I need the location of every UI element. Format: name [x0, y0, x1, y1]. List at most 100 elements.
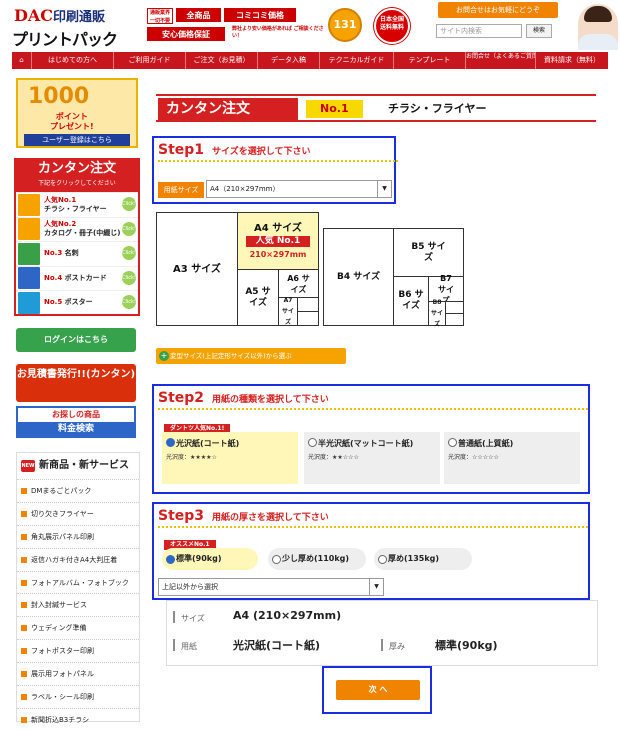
nav-item-guide[interactable]: ご利用ガイド: [114, 52, 186, 69]
points-text: ポイント プレゼント!: [50, 112, 94, 131]
logo-brand[interactable]: プリントパック: [12, 26, 118, 50]
kantan-title: カンタン注文: [37, 161, 116, 176]
next-button-frame: 次 へ: [322, 666, 432, 714]
kantan-item-poster[interactable]: No.5 ポスター Click!: [16, 290, 138, 315]
paper-option-matte[interactable]: 半光沢紙(マットコート紙) 光沢度：★★☆☆☆: [304, 432, 440, 484]
points-banner[interactable]: 1000 ポイント プレゼント! ユーザー登録はこちら: [16, 78, 138, 148]
business-card-icon: [18, 242, 40, 265]
home-icon[interactable]: ⌂: [12, 52, 32, 69]
nav-item-materials[interactable]: 資料請求（無料）: [536, 52, 608, 69]
size-b10[interactable]: [445, 313, 464, 326]
list-item[interactable]: ラベル・シール印刷: [17, 685, 139, 708]
kantan-item-postcard[interactable]: No.4 ポストカード Click!: [16, 265, 138, 291]
thickness-option-110kg[interactable]: 少し厚め(110kg): [268, 548, 366, 570]
list-item[interactable]: 封入封緘サービス: [17, 593, 139, 616]
size-a7[interactable]: A7 サイズ: [278, 297, 298, 326]
list-item[interactable]: ウェディング準備: [17, 616, 139, 639]
badge-small: 通販業界一切不要: [147, 8, 173, 24]
nav-item-order[interactable]: ご注文（お見積）: [186, 52, 258, 69]
list-item[interactable]: フォトポスター印刷: [17, 639, 139, 662]
guarantee-note: 弊社より安い価格があれば ご相談ください！: [232, 26, 324, 39]
kantan-order-box: カンタン注文 下記をクリックしてください 人気No.1 チラシ・フライヤー Clic…: [14, 158, 140, 316]
size-b5[interactable]: B5 サイズ: [393, 228, 464, 277]
kantan-item-flyer[interactable]: 人気No.1 チラシ・フライヤー Click!: [16, 192, 138, 217]
size-a6[interactable]: A6 サイズ: [278, 269, 319, 298]
page-title: カンタン注文: [158, 98, 298, 120]
new-badge: NEW: [21, 460, 35, 472]
step1-desc: サイズを選択して下さい: [212, 147, 311, 157]
size-a8[interactable]: [297, 297, 319, 312]
poster-icon: [18, 291, 40, 314]
points-number: 1000: [28, 84, 90, 109]
step3-number: Step3: [158, 508, 205, 524]
click-icon: Click!: [122, 295, 136, 309]
support-staff-photo: [578, 4, 618, 50]
title-no1-badge: No.1: [306, 100, 363, 118]
nav-item-technical[interactable]: テクニカルガイド: [320, 52, 394, 69]
list-item[interactable]: フォトアルバム・フォトブック: [17, 570, 139, 594]
thickness-option-135kg[interactable]: 厚め(135kg): [374, 548, 472, 570]
kantan-subtitle: 下記をクリックしてください: [38, 180, 116, 187]
summary-paper-label: 用紙: [173, 639, 197, 652]
step1-panel: Step1 サイズを選択して下さい 用紙サイズ A4（210×297mm） ▼: [152, 136, 398, 204]
size-b8[interactable]: B8 サイズ: [428, 299, 446, 328]
list-item[interactable]: DMまるごとパック: [17, 479, 139, 502]
main-nav: ⌂ はじめての方へ ご利用ガイド ご注文（お見積） データ入稿 テクニカルガイド…: [12, 52, 608, 69]
size-a9[interactable]: [297, 311, 319, 326]
variant-size-button[interactable]: 変型サイズ(上記定形サイズ以外)から選ぶ: [156, 348, 346, 364]
new-services-box: NEW 新商品・新サービス DMまるごとパック 切り欠きフライヤー 角丸展示パネル…: [16, 452, 140, 724]
list-item[interactable]: 返信ハガキ付きA4大判圧着: [17, 547, 139, 571]
size-b4[interactable]: B4 サイズ: [323, 228, 394, 326]
medal-badge: 131: [328, 8, 362, 42]
nav-item-beginners[interactable]: はじめての方へ: [32, 52, 114, 69]
free-shipping-badge: 日本全国 送料無料: [374, 8, 410, 44]
nav-item-data[interactable]: データ入稿: [258, 52, 320, 69]
size-select[interactable]: A4（210×297mm） ▼: [206, 180, 392, 198]
size-a5[interactable]: A5 サイズ: [237, 269, 279, 326]
logo-top[interactable]: DAC印刷通販: [14, 6, 105, 25]
kantan-item-card[interactable]: No.3 名刺 Click!: [16, 241, 138, 266]
flyer-icon: [18, 193, 40, 216]
summary-size-value: A4 (210×297mm): [233, 609, 342, 622]
badge-comikomi: コミコミ価格: [224, 8, 296, 22]
step2-number: Step2: [158, 390, 205, 406]
new-services-title: 新商品・新サービス: [39, 460, 129, 471]
summary-size-label: サイズ: [173, 611, 205, 624]
paper-option-plain[interactable]: 普通紙(上質紙) 光沢度：☆☆☆☆☆: [444, 432, 580, 484]
page-title-bar: カンタン注文 No.1 チラシ・フライヤー: [156, 94, 596, 122]
click-icon: Click!: [122, 221, 136, 236]
quote-button[interactable]: お見積書発行!!(カンタン): [16, 364, 136, 402]
step2-panel: Step2 用紙の種類を選択して下さい ダントツ人気No.1! 光沢紙(コート紙)…: [152, 384, 590, 494]
next-button[interactable]: 次 へ: [336, 680, 420, 700]
nav-item-contact[interactable]: お問合せ（よくあるご質問）: [466, 52, 536, 69]
size-b6[interactable]: B6 サイズ: [393, 276, 429, 326]
paper-option-coat[interactable]: 光沢紙(コート紙) 光沢度：★★★★☆: [162, 432, 298, 484]
size-label: 用紙サイズ: [158, 182, 204, 198]
step2-desc: 用紙の種類を選択して下さい: [212, 395, 329, 405]
login-button[interactable]: ログインはこちら: [16, 328, 136, 352]
size-a3[interactable]: A3 サイズ: [156, 212, 238, 326]
list-item[interactable]: 切り欠きフライヤー: [17, 501, 139, 525]
step1-number: Step1: [158, 142, 205, 158]
list-item[interactable]: 角丸展示パネル印刷: [17, 524, 139, 548]
thickness-option-90kg[interactable]: 標準(90kg): [162, 548, 258, 570]
register-link[interactable]: ユーザー登録はこちら: [24, 134, 130, 146]
search-input[interactable]: サイト内検索: [436, 24, 522, 38]
size-a4[interactable]: A4 サイズ 人気 No.1 210×297mm: [237, 212, 319, 270]
thickness-other-select[interactable]: 上記以外から選択 ▼: [158, 578, 384, 596]
list-item[interactable]: 新聞折込B3チラシ: [17, 707, 139, 731]
search-button[interactable]: 検索: [526, 24, 552, 38]
kantan-item-catalog[interactable]: 人気No.2 カタログ・冊子(中綴じ) Click!: [16, 216, 138, 242]
click-icon: Click!: [122, 270, 136, 285]
list-item[interactable]: 展示用フォトパネル: [17, 662, 139, 685]
step3-panel: Step3 用紙の厚さを選択して下さい オススメNo.1 標準(90kg) 少し厚…: [152, 502, 590, 600]
product-search-label: お探しの商品: [52, 410, 100, 419]
order-summary: サイズ A4 (210×297mm) 用紙 光沢紙(コート紙) 厚み 標準(90…: [166, 600, 598, 666]
product-search-button[interactable]: お探しの商品 料金検索: [16, 406, 136, 438]
postcard-icon: [18, 267, 40, 290]
chevron-down-icon: ▼: [369, 579, 383, 595]
summary-thickness-label: 厚み: [381, 639, 405, 652]
nav-item-template[interactable]: テンプレート: [394, 52, 466, 69]
contact-button[interactable]: お問合せはお気軽にどうぞ: [438, 2, 558, 18]
step3-desc: 用紙の厚さを選択して下さい: [212, 513, 329, 523]
